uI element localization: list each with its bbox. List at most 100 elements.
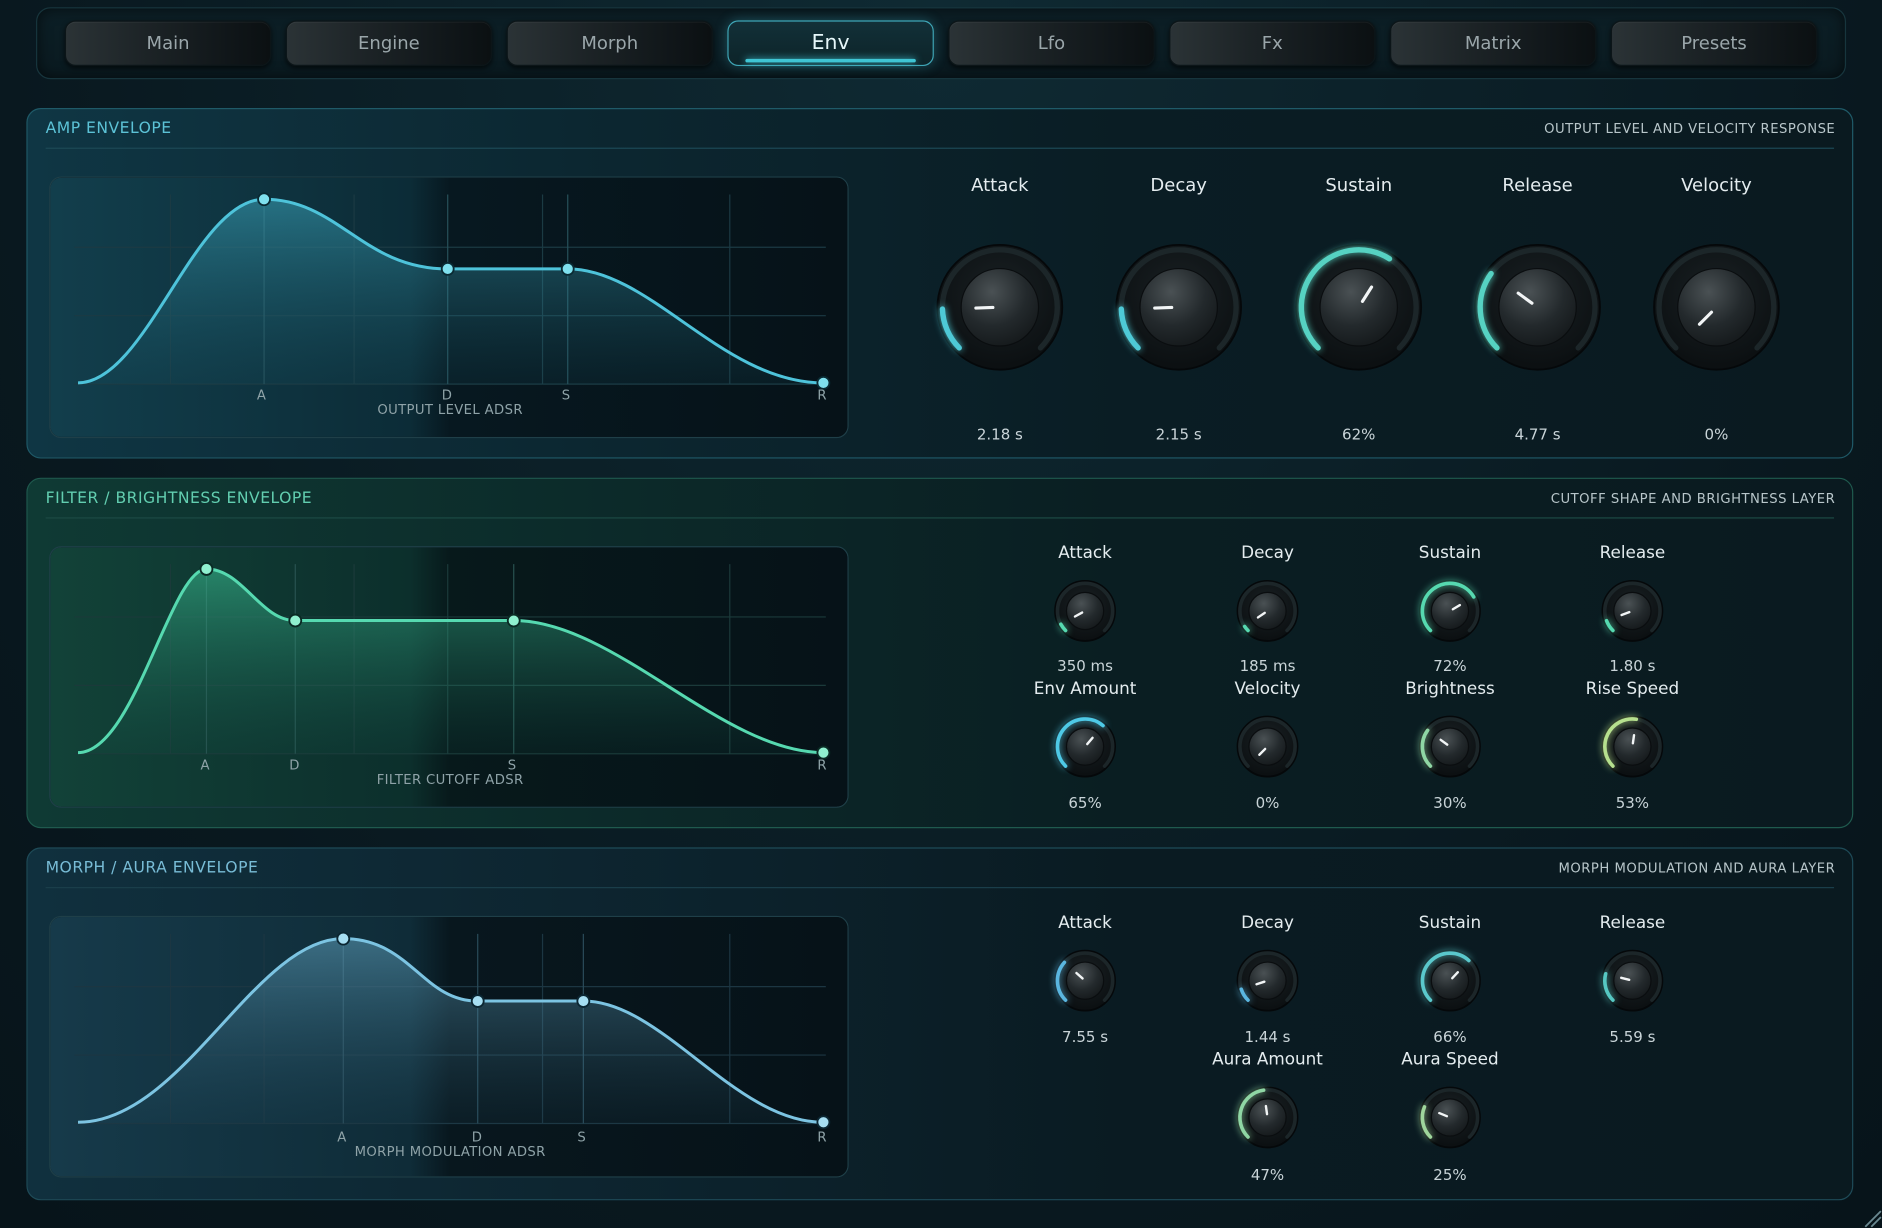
amp-envelope-display[interactable]: A D S R OUTPUT LEVEL ADSR (49, 176, 849, 439)
morph-decay-label: Decay (1241, 913, 1294, 933)
decay-point[interactable] (440, 261, 455, 276)
panel-title: FILTER / BRIGHTNESS ENVELOPE (45, 489, 313, 508)
filter-attack-value: 350 ms (1057, 656, 1113, 675)
filter-decay-label: Decay (1241, 543, 1294, 563)
tab-label: Lfo (1037, 32, 1066, 55)
filter-envelope-display[interactable]: A D S R FILTER CUTOFF ADSR (49, 546, 849, 808)
tab-main[interactable]: Main (64, 20, 272, 67)
amp-release-value: 4.77 s (1514, 424, 1561, 443)
tab-label: Env (811, 31, 850, 56)
amp-decay-knob[interactable] (1104, 233, 1253, 382)
decay-point[interactable] (470, 994, 485, 1008)
tab-label: Engine (358, 32, 420, 55)
amp-sustain-value: 62% (1342, 424, 1376, 443)
tab-label: Presets (1681, 32, 1747, 55)
filter-release-label: Release (1599, 543, 1666, 563)
amp-attack-knob[interactable] (925, 233, 1074, 382)
morph-aura-amount-knob[interactable] (1226, 1075, 1310, 1159)
morph-release-value: 5.59 s (1609, 1027, 1656, 1046)
env-label-d: D (471, 1129, 482, 1146)
env-label-s: S (577, 1129, 586, 1146)
divider (45, 147, 1835, 149)
env-label-r: R (817, 757, 827, 773)
filter-brightness-value: 30% (1433, 793, 1467, 812)
tab-bar: Main Engine Morph Env Lfo Fx Matrix Pres… (36, 7, 1847, 80)
synth-env-page: Main Engine Morph Env Lfo Fx Matrix Pres… (0, 0, 1882, 1228)
amp-velocity-label: Velocity (1681, 174, 1752, 196)
filter-attack-knob[interactable] (1043, 569, 1127, 653)
env-label-d: D (441, 387, 452, 404)
filter-envelope-graph[interactable] (50, 547, 848, 807)
morph-aura-speed-value: 25% (1433, 1165, 1467, 1184)
tab-label: Main (146, 32, 190, 55)
amp-sustain-knob[interactable] (1284, 233, 1433, 382)
tab-presets[interactable]: Presets (1610, 20, 1818, 67)
tab-label: Morph (581, 32, 639, 55)
tab-lfo[interactable]: Lfo (948, 20, 1155, 67)
tab-fx[interactable]: Fx (1169, 20, 1376, 67)
morph-aura-speed-knob[interactable] (1408, 1075, 1492, 1159)
amp-attack-label: Attack (971, 174, 1029, 196)
tab-morph[interactable]: Morph (506, 20, 713, 67)
morph-sustain-value: 66% (1433, 1027, 1467, 1046)
filter-env-amount-label: Env Amount (1033, 679, 1137, 699)
morph-sustain-knob[interactable] (1408, 939, 1492, 1023)
morph-decay-value: 1.44 s (1244, 1027, 1291, 1046)
filter-rise-speed-label: Rise Speed (1585, 679, 1680, 699)
filter-attack-label: Attack (1058, 543, 1112, 563)
divider (45, 887, 1835, 889)
panel-subtitle: OUTPUT LEVEL AND VELOCITY RESPONSE (1544, 121, 1836, 137)
env-label-a: A (337, 1129, 347, 1146)
env-label-s: S (507, 757, 517, 773)
filter-release-value: 1.80 s (1609, 656, 1656, 675)
filter-rise-speed-knob[interactable] (1590, 705, 1674, 789)
sustain-point[interactable] (560, 261, 575, 276)
filter-sustain-value: 72% (1433, 656, 1467, 675)
amp-decay-value: 2.15 s (1155, 424, 1202, 443)
morph-attack-knob[interactable] (1043, 939, 1127, 1023)
env-caption: OUTPUT LEVEL ADSR (377, 402, 523, 418)
attack-point[interactable] (199, 562, 214, 576)
tab-label: Fx (1261, 32, 1283, 55)
filter-brightness-label: Brightness (1405, 679, 1495, 699)
morph-envelope-display[interactable]: A D S R MORPH MODULATION ADSR (49, 915, 849, 1178)
tab-matrix[interactable]: Matrix (1389, 20, 1597, 67)
tab-env[interactable]: Env (727, 20, 934, 67)
tab-engine[interactable]: Engine (285, 20, 493, 67)
morph-release-label: Release (1599, 913, 1666, 933)
panel-title: AMP ENVELOPE (45, 120, 172, 139)
morph-envelope-graph[interactable] (50, 917, 848, 1177)
filter-envelope-panel: FILTER / BRIGHTNESS ENVELOPE CUTOFF SHAP… (26, 477, 1854, 829)
filter-velocity-knob[interactable] (1226, 705, 1310, 789)
amp-release-label: Release (1502, 174, 1573, 196)
morph-attack-label: Attack (1058, 913, 1112, 933)
filter-env-amount-value: 65% (1068, 793, 1102, 812)
panel-subtitle: MORPH MODULATION AND AURA LAYER (1558, 860, 1836, 877)
env-label-s: S (561, 387, 571, 404)
morph-aura-speed-label: Aura Speed (1401, 1050, 1499, 1070)
panel-title: MORPH / AURA ENVELOPE (45, 859, 259, 878)
sustain-point[interactable] (506, 613, 521, 628)
release-point[interactable] (816, 1115, 831, 1130)
morph-decay-knob[interactable] (1226, 939, 1310, 1023)
attack-point[interactable] (336, 931, 351, 946)
attack-point[interactable] (257, 192, 271, 207)
resize-grip-icon[interactable] (1858, 1204, 1882, 1228)
morph-envelope-panel: MORPH / AURA ENVELOPE MORPH MODULATION A… (26, 847, 1854, 1201)
decay-point[interactable] (288, 613, 303, 628)
sustain-point[interactable] (576, 994, 591, 1008)
env-label-a: A (256, 387, 266, 404)
filter-decay-value: 185 ms (1239, 656, 1296, 675)
filter-release-knob[interactable] (1590, 569, 1674, 653)
env-caption: MORPH MODULATION ADSR (354, 1143, 546, 1160)
amp-release-knob[interactable] (1463, 233, 1612, 382)
filter-env-amount-knob[interactable] (1043, 705, 1127, 789)
filter-brightness-knob[interactable] (1408, 705, 1492, 789)
filter-velocity-label: Velocity (1234, 679, 1301, 699)
divider (45, 517, 1835, 519)
amp-velocity-knob[interactable] (1642, 233, 1791, 382)
filter-sustain-knob[interactable] (1408, 569, 1492, 653)
filter-decay-knob[interactable] (1226, 569, 1310, 653)
env-label-d: D (289, 757, 300, 773)
morph-release-knob[interactable] (1590, 939, 1674, 1023)
